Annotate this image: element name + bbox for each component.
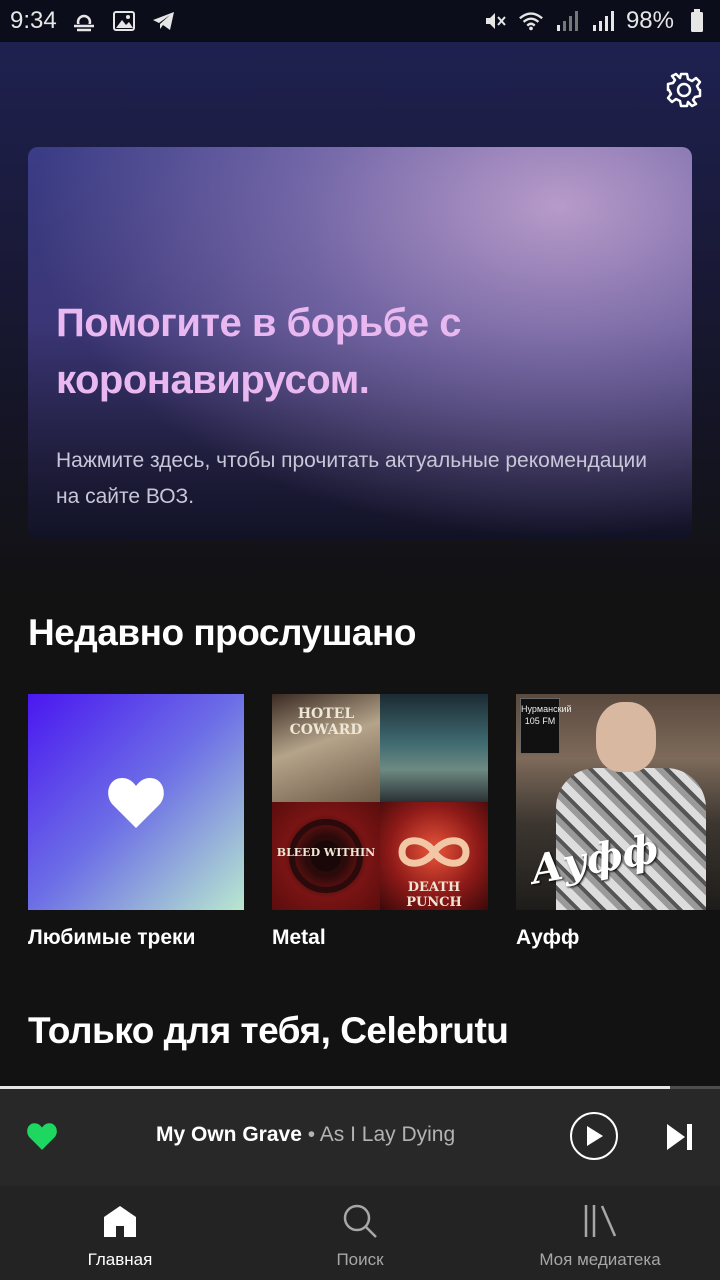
gallery-icon — [111, 8, 137, 34]
signal-icon — [554, 8, 580, 34]
artist-name: As I Lay Dying — [319, 1123, 456, 1146]
recently-played-title: Недавно прослушано — [28, 612, 416, 653]
album-cover-text: DEATH PUNCH — [406, 880, 462, 910]
album-cover-text: BLEED WITHIN — [276, 846, 376, 859]
play-button[interactable] — [570, 1112, 618, 1160]
wifi-icon — [518, 8, 544, 34]
covid-promo-card[interactable]: Помогите в борьбе с коронавирусом. Нажми… — [28, 147, 692, 539]
signal-icon — [590, 8, 616, 34]
search-icon — [341, 1202, 379, 1240]
auff-album-art: Нурманский 105 FM Ауфф — [516, 694, 720, 910]
album-cover: HOTEL COWARD — [272, 694, 380, 802]
nav-label: Поиск — [336, 1250, 384, 1269]
home-icon — [101, 1202, 139, 1240]
telegram-icon — [151, 8, 177, 34]
status-bar: 9:34 98% — [0, 0, 720, 42]
mute-icon — [482, 8, 508, 34]
bottom-navigation: Главная Поиск Моя медиатека — [0, 1186, 720, 1280]
promo-title: Помогите в борьбе с коронавирусом. — [56, 301, 462, 402]
settings-button[interactable] — [664, 70, 704, 110]
track-title: My Own Grave — [156, 1123, 302, 1146]
tile-liked-songs[interactable]: Любимые треки — [28, 694, 244, 950]
radio-badge: Нурманский 105 FM — [520, 698, 572, 754]
recently-played-shelf: Любимые треки HOTEL COWARD BLEED WITHIN … — [28, 694, 720, 950]
play-icon — [587, 1126, 603, 1146]
gear-icon — [666, 72, 702, 108]
tile-label: Ауфф — [516, 926, 580, 949]
album-cover: BLEED WITHIN — [272, 802, 380, 910]
album-cover: DEATH PUNCH — [380, 802, 488, 910]
tile-metal-playlist[interactable]: HOTEL COWARD BLEED WITHIN DEATH PUNCH Me… — [272, 694, 488, 950]
skip-next-icon — [667, 1124, 692, 1150]
album-cover-text: HOTEL COWARD — [289, 706, 363, 738]
heart-icon — [27, 1123, 57, 1150]
separator: • — [301, 1123, 320, 1146]
metal-mosaic-art: HOTEL COWARD BLEED WITHIN DEATH PUNCH — [272, 694, 488, 910]
tile-label: Metal — [272, 926, 326, 949]
library-icon — [581, 1202, 619, 1240]
battery-icon — [684, 8, 710, 34]
nav-label: Главная — [87, 1250, 153, 1269]
tile-auff-album[interactable]: Нурманский 105 FM Ауфф Ауфф — [516, 694, 720, 950]
tile-label: Любимые треки — [28, 926, 196, 949]
nav-label: Моя медиатека — [539, 1250, 661, 1269]
like-button[interactable] — [26, 1121, 58, 1151]
mini-player[interactable]: My Own Grave • As I Lay Dying — [0, 1089, 720, 1186]
nav-library[interactable]: Моя медиатека — [480, 1186, 720, 1280]
liked-songs-art — [28, 694, 244, 910]
status-time: 9:34 — [10, 7, 57, 34]
nav-home[interactable]: Главная — [0, 1186, 240, 1280]
album-art-figure — [596, 702, 656, 772]
heart-icon — [108, 778, 164, 828]
nav-search[interactable]: Поиск — [240, 1186, 480, 1280]
now-playing-text[interactable]: My Own Grave • As I Lay Dying — [156, 1123, 455, 1147]
promo-subtitle: Нажмите здесь, чтобы прочитать актуальны… — [56, 449, 647, 508]
made-for-you-title: Только для тебя, Celebrutu — [28, 1010, 509, 1051]
weather-icon — [71, 8, 97, 34]
battery-percent: 98% — [625, 7, 674, 34]
next-track-button[interactable] — [664, 1122, 694, 1152]
album-cover — [380, 694, 488, 802]
